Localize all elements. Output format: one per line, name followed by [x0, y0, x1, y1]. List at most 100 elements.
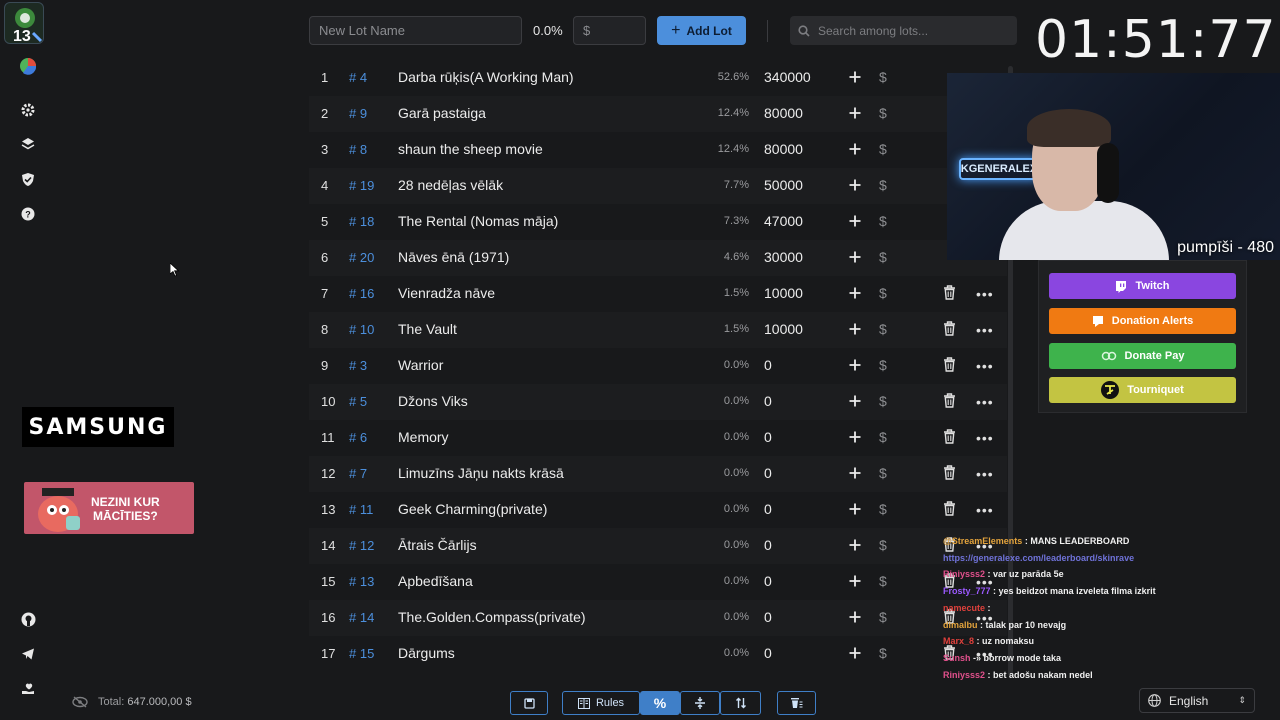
new-lot-amount-input[interactable]: $	[573, 16, 646, 45]
add-amount-button[interactable]	[845, 174, 865, 196]
more-options-icon[interactable]: •••	[976, 430, 994, 446]
dollar-icon[interactable]: $	[879, 537, 887, 553]
lot-id-link[interactable]: # 20	[349, 250, 374, 265]
dollar-icon[interactable]: $	[879, 321, 887, 337]
lot-id-link[interactable]: # 13	[349, 574, 374, 589]
dollar-icon[interactable]: $	[879, 465, 887, 481]
compact-view-button[interactable]	[680, 691, 720, 715]
lot-name[interactable]: Ātrais Čārlijs	[398, 537, 477, 553]
lot-name[interactable]: Darba rūķis(A Working Man)	[398, 69, 574, 85]
donate-pay-button[interactable]: Donate Pay	[1049, 343, 1236, 369]
lot-id-link[interactable]: # 10	[349, 322, 374, 337]
dollar-icon[interactable]: $	[879, 105, 887, 121]
telegram-icon[interactable]	[16, 642, 40, 666]
lot-id-link[interactable]: # 9	[349, 106, 367, 121]
dollar-icon[interactable]: $	[879, 429, 887, 445]
add-amount-button[interactable]	[845, 426, 865, 448]
lot-id-link[interactable]: # 12	[349, 538, 374, 553]
more-options-icon[interactable]: •••	[976, 322, 994, 338]
channel-logo[interactable]: 13	[4, 2, 44, 44]
gear-icon[interactable]	[16, 98, 40, 122]
lot-name[interactable]: Geek Charming(private)	[398, 501, 547, 517]
lot-id-link[interactable]: # 5	[349, 394, 367, 409]
lot-amount[interactable]: 47000	[764, 213, 803, 229]
lot-amount[interactable]: 0	[764, 393, 772, 409]
dollar-icon[interactable]: $	[879, 393, 887, 409]
lot-name[interactable]: 28 nedēļas vēlāk	[398, 177, 503, 193]
lot-amount[interactable]: 30000	[764, 249, 803, 265]
lot-name[interactable]: Dārgums	[398, 645, 455, 661]
add-amount-button[interactable]	[845, 210, 865, 232]
lot-amount[interactable]: 80000	[764, 141, 803, 157]
eye-slash-icon[interactable]	[72, 696, 88, 708]
more-options-icon[interactable]: •••	[976, 394, 994, 410]
add-amount-button[interactable]	[845, 642, 865, 664]
delete-lot-button[interactable]	[943, 429, 959, 447]
lot-id-link[interactable]: # 16	[349, 286, 374, 301]
dollar-icon[interactable]: $	[879, 213, 887, 229]
lot-amount[interactable]: 0	[764, 501, 772, 517]
dollar-icon[interactable]: $	[879, 249, 887, 265]
lot-name[interactable]: Memory	[398, 429, 449, 445]
lot-amount[interactable]: 0	[764, 573, 772, 589]
dollar-icon[interactable]: $	[879, 141, 887, 157]
lot-name[interactable]: Vienradža nāve	[398, 285, 495, 301]
lot-amount[interactable]: 0	[764, 465, 772, 481]
dollar-icon[interactable]: $	[879, 501, 887, 517]
dollar-icon[interactable]: $	[879, 573, 887, 589]
lot-id-link[interactable]: # 11	[349, 502, 373, 517]
add-amount-button[interactable]	[845, 246, 865, 268]
add-amount-button[interactable]	[845, 282, 865, 304]
delete-lot-button[interactable]	[943, 285, 959, 303]
lot-amount[interactable]: 0	[764, 537, 772, 553]
lot-name[interactable]: Warrior	[398, 357, 443, 373]
lot-id-link[interactable]: # 19	[349, 178, 374, 193]
sort-button[interactable]	[720, 691, 761, 715]
add-amount-button[interactable]	[845, 318, 865, 340]
lot-id-link[interactable]: # 14	[349, 610, 374, 625]
more-options-icon[interactable]: •••	[976, 466, 994, 482]
lot-id-link[interactable]: # 15	[349, 646, 374, 661]
add-amount-button[interactable]	[845, 498, 865, 520]
add-amount-button[interactable]	[845, 390, 865, 412]
shield-check-icon[interactable]	[16, 167, 40, 191]
add-amount-button[interactable]	[845, 534, 865, 556]
lot-id-link[interactable]: # 3	[349, 358, 367, 373]
lot-id-link[interactable]: # 18	[349, 214, 374, 229]
dollar-icon[interactable]: $	[879, 609, 887, 625]
add-amount-button[interactable]	[845, 354, 865, 376]
save-button[interactable]	[510, 691, 548, 715]
lot-amount[interactable]: 10000	[764, 321, 803, 337]
lot-id-link[interactable]: # 7	[349, 466, 367, 481]
delete-lot-button[interactable]	[943, 465, 959, 483]
new-lot-name-input[interactable]: New Lot Name	[309, 16, 522, 45]
lot-amount[interactable]: 0	[764, 609, 772, 625]
twitch-button[interactable]: Twitch	[1049, 273, 1236, 299]
add-amount-button[interactable]	[845, 462, 865, 484]
lot-name[interactable]: The Rental (Nomas māja)	[398, 213, 558, 229]
lot-amount[interactable]: 0	[764, 645, 772, 661]
lot-id-link[interactable]: # 8	[349, 142, 367, 157]
lot-name[interactable]: Džons Viks	[398, 393, 468, 409]
lot-name[interactable]: Garā pastaiga	[398, 105, 486, 121]
lot-amount[interactable]: 340000	[764, 69, 811, 85]
lot-id-link[interactable]: # 4	[349, 70, 367, 85]
more-options-icon[interactable]: •••	[976, 286, 994, 302]
search-input[interactable]: Search among lots...	[790, 16, 1017, 45]
donate-hand-icon[interactable]	[16, 677, 40, 701]
education-ad-banner[interactable]: NEZINI KUR MĀCĪTIES?	[24, 482, 194, 534]
clear-all-button[interactable]	[777, 691, 816, 715]
lot-name[interactable]: Limuzīns Jāņu nakts krāsā	[398, 465, 564, 481]
delete-lot-button[interactable]	[943, 393, 959, 411]
more-options-icon[interactable]: •••	[976, 358, 994, 374]
dollar-icon[interactable]: $	[879, 285, 887, 301]
language-select[interactable]: English ⇕	[1139, 688, 1255, 713]
help-icon[interactable]: ?	[16, 202, 40, 226]
stats-pie-icon[interactable]	[16, 54, 40, 78]
dollar-icon[interactable]: $	[879, 177, 887, 193]
lot-name[interactable]: The.Golden.Compass(private)	[398, 609, 586, 625]
delete-lot-button[interactable]	[943, 357, 959, 375]
percent-toggle-button[interactable]: %	[640, 691, 680, 715]
layers-icon[interactable]	[16, 132, 40, 156]
add-amount-button[interactable]	[845, 66, 865, 88]
